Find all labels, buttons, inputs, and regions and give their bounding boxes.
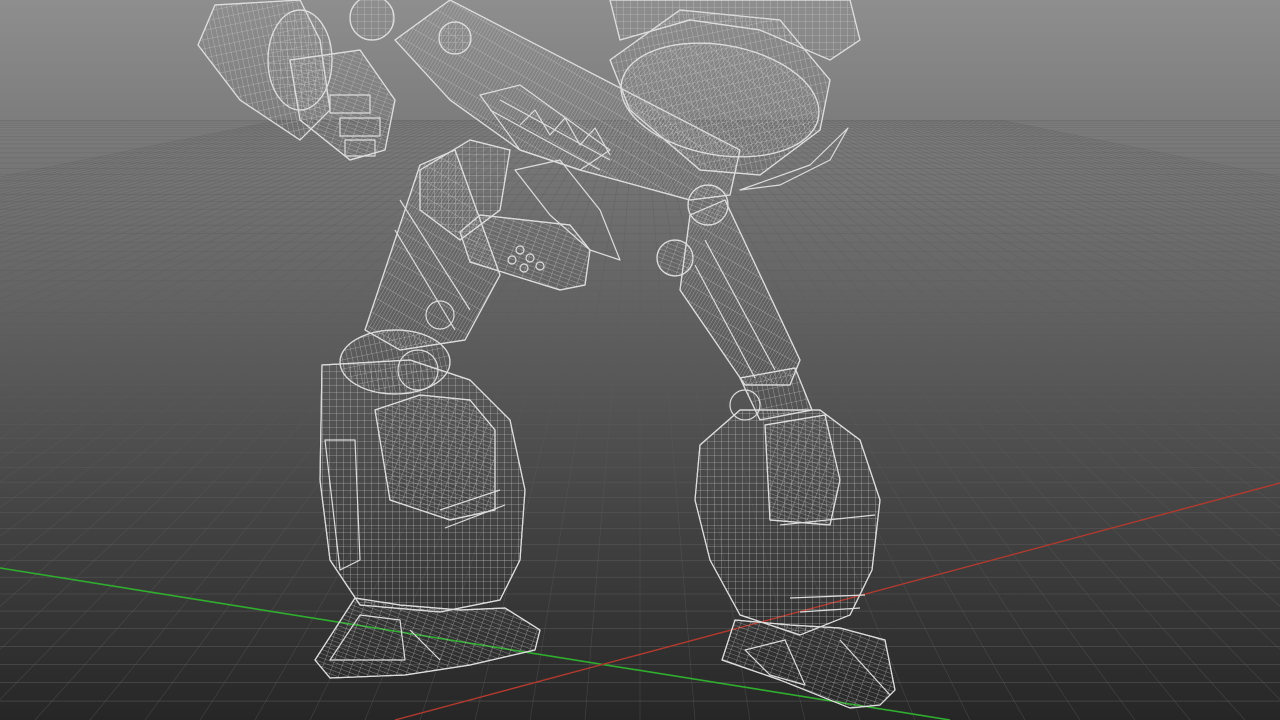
viewport-canvas[interactable] [0, 0, 1280, 720]
3d-viewport[interactable] [0, 0, 1280, 720]
